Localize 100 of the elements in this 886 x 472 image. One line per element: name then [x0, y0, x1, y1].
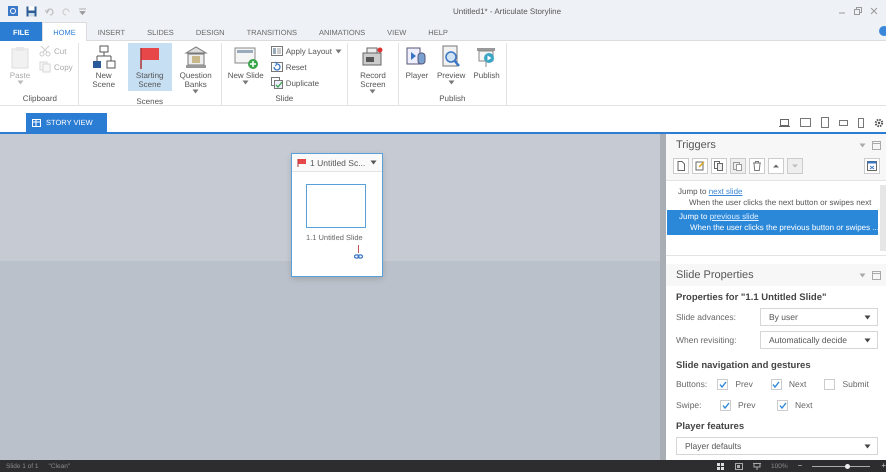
ribbon-button[interactable]: Player — [402, 43, 432, 89]
slide-thumbnail[interactable] — [306, 184, 366, 228]
duplicate-icon — [270, 77, 283, 89]
scene-title: 1 Untitled Sc... — [310, 158, 366, 168]
section-heading: Properties for "1.1 Untitled Slide" — [676, 292, 828, 303]
bank-icon — [184, 45, 208, 69]
tablet-landscape-icon[interactable] — [800, 118, 811, 127]
panel-title: Slide Properties — [676, 269, 755, 281]
ribbon-button[interactable]: Reset — [268, 60, 344, 74]
ribbon-button[interactable]: Duplicate — [268, 76, 344, 90]
group-label: Publish — [438, 93, 466, 105]
ribbon-button[interactable]: Question Banks — [174, 43, 218, 96]
ribbon-button[interactable]: Publish — [470, 43, 503, 89]
link-icon — [354, 245, 363, 259]
trigger-action: Jump to previous slide — [679, 212, 759, 221]
caret-icon — [859, 272, 866, 278]
toolbar-button[interactable] — [711, 158, 727, 174]
help-icon[interactable] — [879, 26, 886, 36]
checkmark-icon — [772, 380, 780, 388]
checkbox-label: Submit — [842, 379, 869, 389]
copy-icon — [39, 61, 51, 73]
new-trigger-icon — [676, 161, 686, 171]
trigger-condition: When the user clicks the previous button or swipes ... — [689, 222, 878, 233]
checkmark-icon — [778, 402, 786, 408]
scene-tree-icon — [92, 45, 116, 69]
copy-icon — [714, 161, 724, 171]
zoom-out-button[interactable]: − — [798, 462, 802, 470]
ribbon-button[interactable]: Starting Scene — [128, 43, 172, 91]
caret-icon — [369, 89, 376, 94]
phone-portrait-icon[interactable] — [858, 118, 864, 128]
slide-view-icon[interactable] — [735, 462, 744, 470]
restore-icon[interactable] — [854, 7, 862, 15]
section-heading: Player features — [676, 421, 746, 432]
ribbon-button[interactable]: Record Screen — [350, 43, 395, 96]
checkbox-label: Next — [795, 400, 812, 410]
scissors-icon — [39, 45, 51, 57]
dropdown[interactable]: Player defaults — [676, 437, 878, 455]
window-title: Untitled1* - Articulate Storyline — [452, 6, 562, 16]
checkbox[interactable] — [824, 378, 836, 390]
trigger-item[interactable]: Jump to next slide When the user clicks the next button or swipes next — [666, 185, 878, 210]
caret-icon — [864, 314, 871, 320]
reset-icon — [270, 61, 283, 73]
row-label: Swipe: — [676, 400, 703, 410]
presenter-icon[interactable] — [753, 462, 762, 470]
flag-icon — [297, 158, 306, 167]
section-heading: Slide navigation and gestures — [676, 360, 812, 371]
paste-icon — [733, 161, 743, 171]
toolbar-button[interactable] — [692, 158, 708, 174]
caret-icon — [242, 80, 250, 85]
save-icon[interactable] — [26, 6, 37, 16]
toolbar-button[interactable] — [749, 158, 765, 174]
checkbox[interactable] — [717, 378, 728, 390]
close-icon[interactable] — [870, 7, 878, 15]
checkmark-icon — [722, 402, 730, 408]
caret-icon — [864, 338, 871, 342]
zoom-in-button[interactable]: + — [881, 462, 886, 470]
caret-icon — [334, 48, 342, 54]
trigger-action: Jump to next slide — [678, 187, 742, 196]
delete-icon — [752, 161, 762, 171]
ribbon-button[interactable]: New Slide — [224, 43, 267, 89]
scrollbar[interactable] — [880, 185, 886, 251]
grid-view-icon[interactable] — [717, 462, 726, 470]
dropdown[interactable]: Automatically decide — [760, 331, 878, 349]
field-label: Slide advances: — [676, 312, 738, 322]
ribbon-button[interactable]: Apply Layout — [268, 44, 344, 58]
checkbox-label: Prev — [738, 400, 756, 410]
new-slide-icon — [234, 45, 258, 69]
checkbox-label: Next — [788, 379, 806, 389]
toolbar-button[interactable] — [768, 158, 784, 174]
ribbon-button[interactable]: Preview — [434, 43, 468, 89]
trigger-link[interactable]: next slide — [708, 187, 742, 196]
phone-landscape-icon[interactable] — [839, 120, 848, 126]
row-label: Buttons: — [676, 379, 708, 389]
tablet-portrait-icon[interactable] — [821, 117, 829, 128]
settings-icon[interactable] — [874, 118, 884, 128]
checkbox-label: Prev — [735, 379, 753, 389]
caret-icon — [370, 160, 377, 165]
group-label: Scenes — [135, 96, 164, 108]
checkbox[interactable] — [777, 400, 788, 410]
toolbar-button[interactable] — [864, 158, 880, 174]
flag-icon — [138, 45, 162, 69]
toolbar-button[interactable] — [730, 158, 746, 174]
toolbar-button[interactable] — [673, 158, 689, 174]
dropdown[interactable]: By user — [760, 308, 878, 326]
laptop-icon[interactable] — [779, 118, 790, 126]
caret-icon — [16, 80, 24, 85]
slider-thumb[interactable] — [844, 464, 850, 468]
group-label: Slide — [274, 93, 294, 105]
customize-menu-icon[interactable] — [79, 8, 86, 14]
checkbox[interactable] — [770, 378, 782, 390]
trigger-item[interactable]: Jump to previous slide When the user clicks the previous button or swipes ... — [667, 210, 878, 235]
variables-icon — [867, 161, 877, 171]
trigger-condition: When the user clicks the next button or swipes next — [688, 197, 872, 208]
edit-icon — [695, 161, 705, 171]
checkbox[interactable] — [720, 400, 731, 410]
field-label: When revisiting: — [676, 335, 738, 345]
grid-view-icon — [32, 118, 41, 126]
caret-icon — [192, 89, 200, 94]
ribbon-button[interactable]: New Scene — [82, 43, 126, 91]
caret-icon — [864, 444, 871, 448]
